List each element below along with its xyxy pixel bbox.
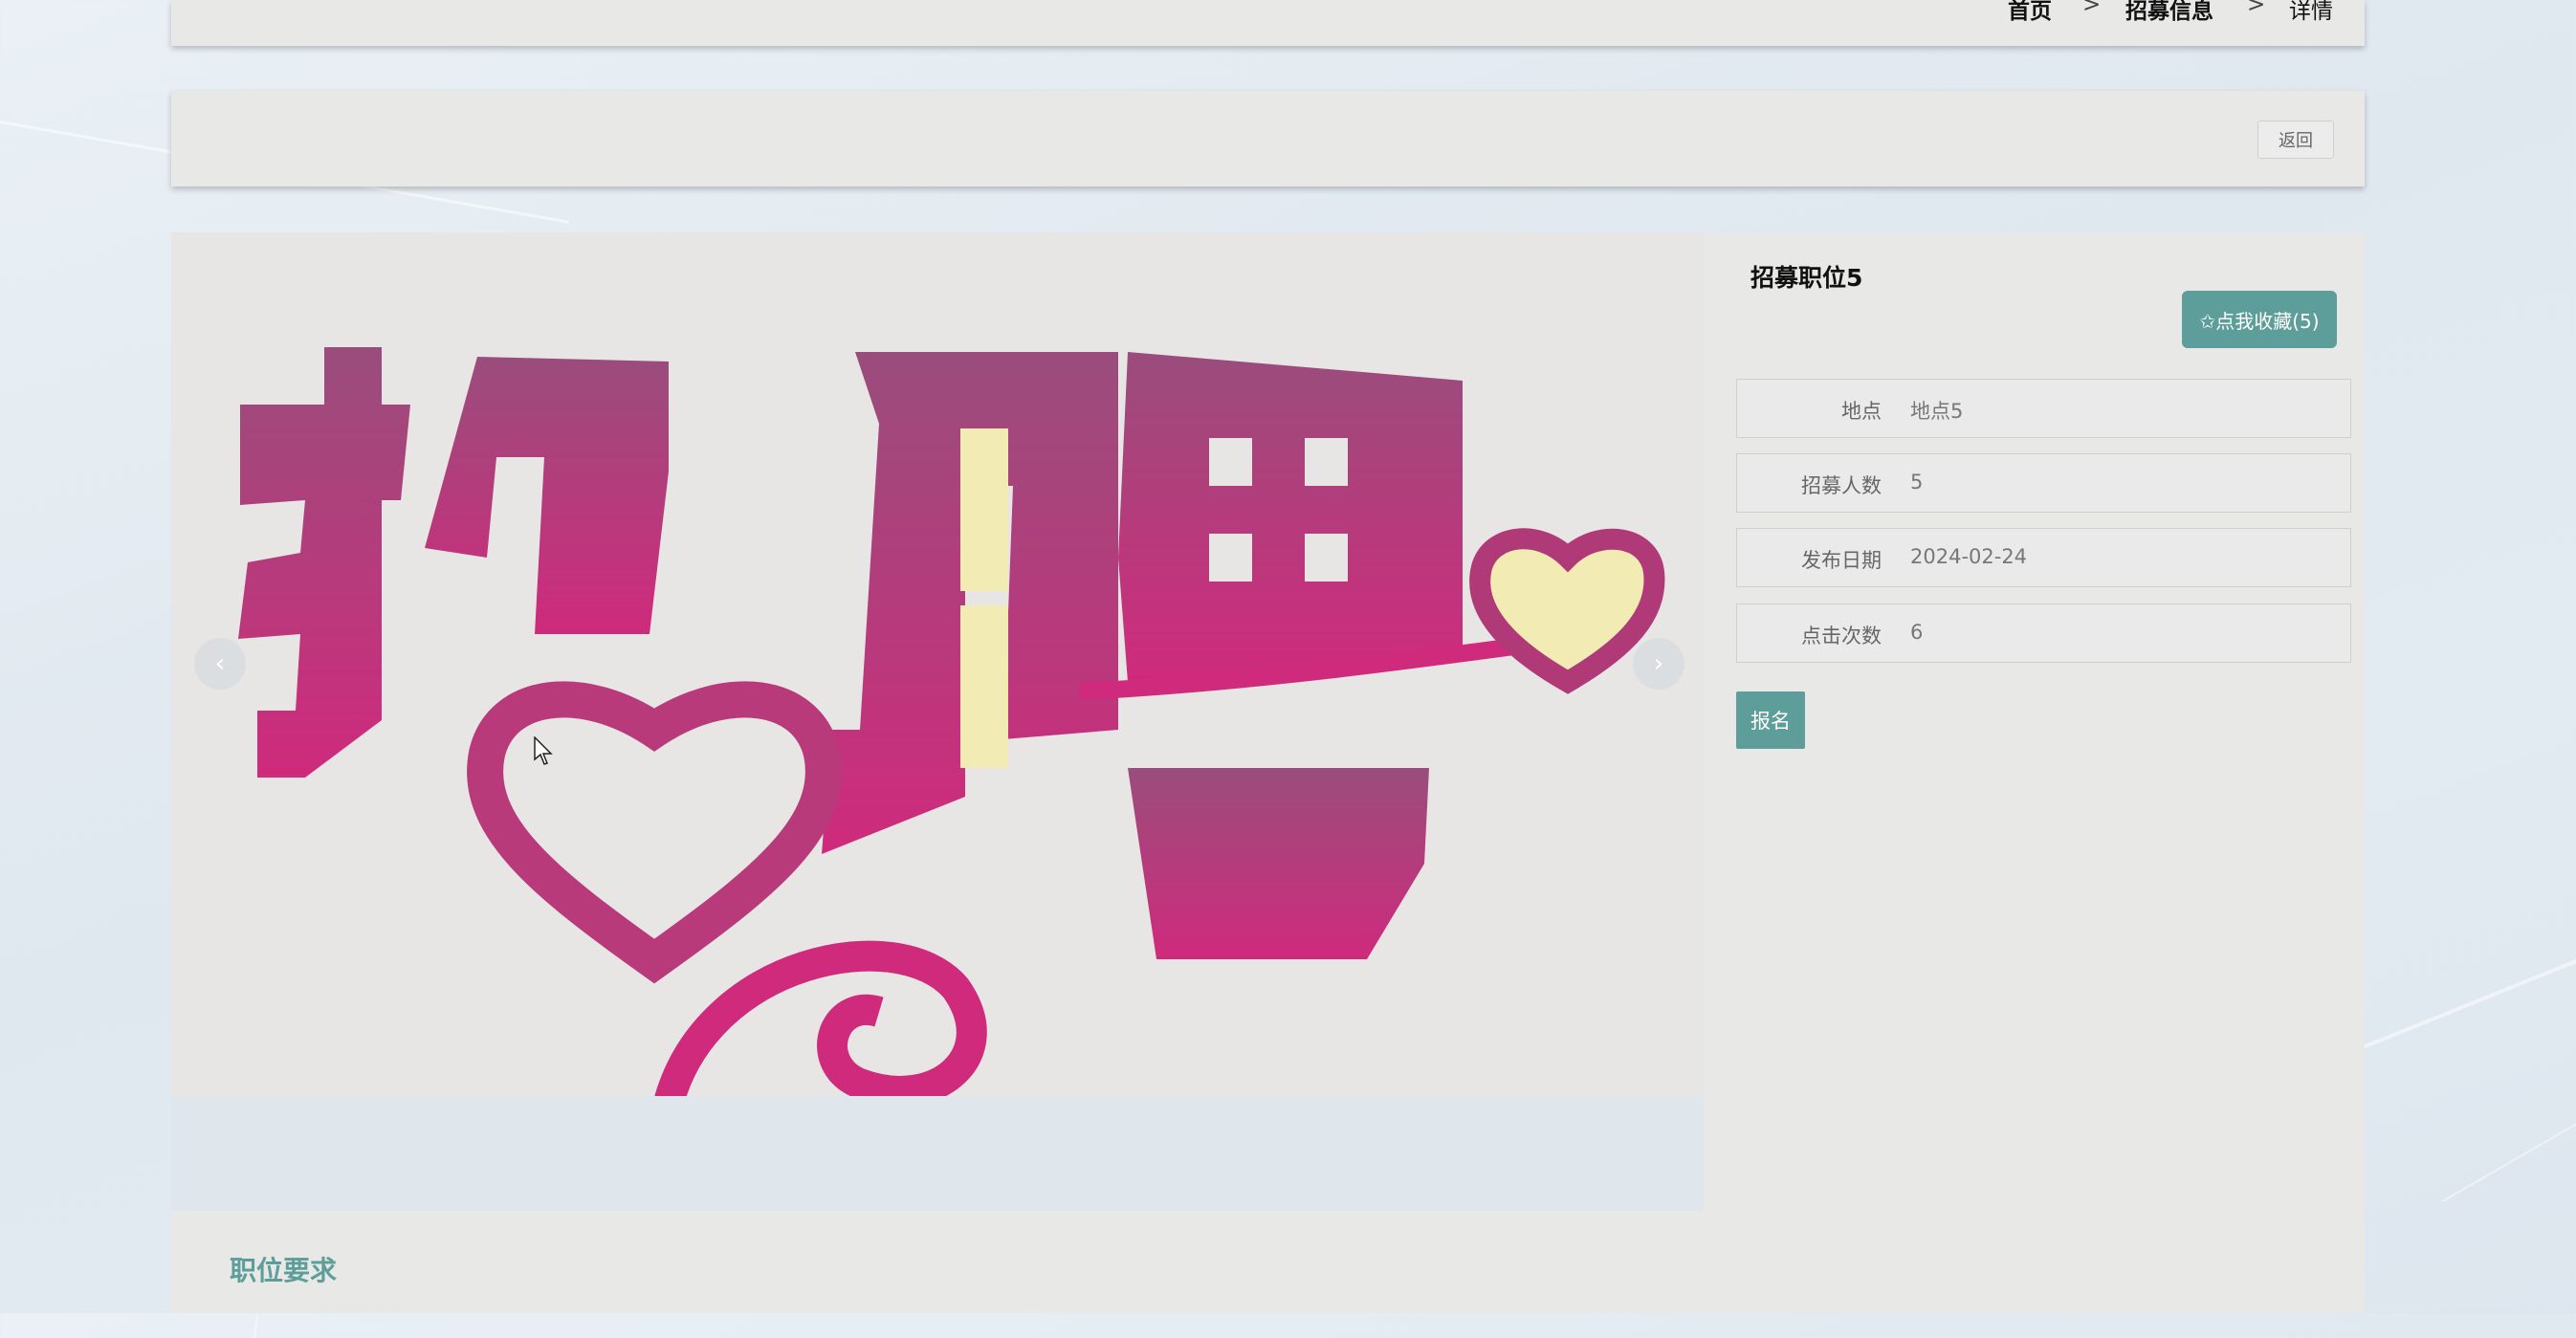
info-row-click-count: 点击次数 6 xyxy=(1736,603,2351,663)
carousel-prev-icon[interactable]: ‹ xyxy=(194,638,246,690)
breadcrumb-home[interactable]: 首页 xyxy=(2008,0,2052,25)
action-bar xyxy=(171,91,2365,186)
info-label: 点击次数 xyxy=(1801,625,1882,647)
image-panel-footer xyxy=(171,1096,1704,1211)
job-title: 招募职位5 xyxy=(1750,264,1863,292)
mouse-cursor-icon xyxy=(534,736,553,765)
job-image-carousel xyxy=(171,232,1704,1096)
requirements-section xyxy=(171,1211,2365,1313)
info-row-location: 地点 地点5 xyxy=(1736,379,2351,438)
info-row-headcount: 招募人数 5 xyxy=(1736,453,2351,513)
signup-button[interactable]: 报名 xyxy=(1736,691,1805,749)
info-value: 地点5 xyxy=(1910,400,1964,423)
info-value: 6 xyxy=(1910,621,1924,644)
info-label: 招募人数 xyxy=(1801,474,1882,497)
breadcrumb-recruit-info[interactable]: 招募信息 xyxy=(2125,0,2213,25)
favorite-button[interactable]: ✩点我收藏(5) xyxy=(2182,291,2337,348)
recruitment-poster-image xyxy=(238,347,1665,1096)
breadcrumb-detail: 详情 xyxy=(2289,0,2333,24)
requirements-title: 职位要求 xyxy=(230,1255,338,1286)
info-row-publish-date: 发布日期 2024-02-24 xyxy=(1736,528,2351,587)
info-label: 发布日期 xyxy=(1801,549,1882,572)
info-value: 5 xyxy=(1910,471,1924,494)
breadcrumb-separator: > xyxy=(2247,0,2266,17)
info-value: 2024-02-24 xyxy=(1910,545,2028,568)
breadcrumb-separator: > xyxy=(2082,0,2102,17)
back-button[interactable]: 返回 xyxy=(2257,121,2334,159)
info-label: 地点 xyxy=(1841,400,1882,423)
carousel-next-icon[interactable]: › xyxy=(1633,638,1684,690)
